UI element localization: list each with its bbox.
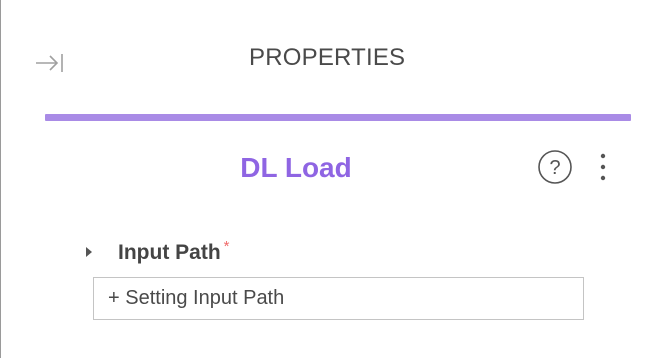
help-icon-graphic: ?	[538, 150, 572, 184]
input-path-label: Input Path *	[118, 238, 230, 265]
input-path-label-text: Input Path	[118, 241, 221, 264]
more-vertical-icon-graphic	[600, 153, 606, 181]
collapse-right-icon-graphic	[36, 54, 63, 72]
collapse-right-icon[interactable]	[33, 47, 65, 79]
component-name: DL Load	[240, 152, 352, 183]
svg-text:?: ?	[549, 157, 560, 179]
setting-input-path-button[interactable]: + Setting Input Path	[93, 277, 584, 320]
caret-right-icon	[86, 247, 92, 257]
panel-header: PROPERTIES	[1, 0, 657, 115]
required-mark: *	[223, 238, 230, 255]
panel-title: PROPERTIES	[249, 44, 406, 71]
help-icon[interactable]: ?	[536, 148, 574, 186]
more-vertical-icon[interactable]	[593, 150, 613, 184]
accent-divider	[45, 114, 631, 121]
input-path-section-toggle[interactable]: Input Path *	[79, 238, 269, 266]
properties-panel: PROPERTIES DL Load ? Input Path * + Setti…	[0, 0, 657, 358]
